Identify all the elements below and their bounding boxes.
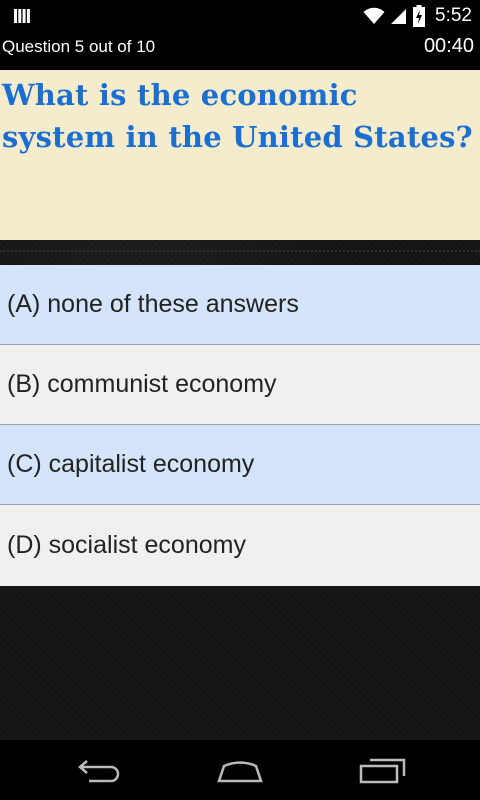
quiz-header: Question 5 out of 10 00:40 bbox=[0, 32, 480, 70]
status-bar: 5:52 bbox=[0, 0, 480, 32]
back-button[interactable] bbox=[75, 754, 125, 786]
answer-option-b[interactable]: (B) communist economy bbox=[0, 345, 480, 425]
recent-apps-button[interactable] bbox=[357, 754, 407, 786]
question-progress: Question 5 out of 10 bbox=[2, 37, 156, 56]
home-icon bbox=[217, 761, 263, 783]
question-text: What is the economic system in the Unite… bbox=[2, 78, 473, 154]
countdown-timer: 00:40 bbox=[423, 35, 474, 57]
back-icon bbox=[78, 760, 120, 783]
stitch-divider bbox=[0, 250, 480, 252]
answer-option-a[interactable]: (A) none of these answers bbox=[0, 265, 480, 345]
home-button[interactable] bbox=[215, 754, 265, 786]
answer-list: (A) none of these answers (B) communist … bbox=[0, 265, 480, 586]
navigation-bar bbox=[0, 740, 480, 800]
answer-option-c[interactable]: (C) capitalist economy bbox=[0, 425, 480, 505]
notification-bars-icon bbox=[14, 9, 30, 23]
wifi-icon bbox=[363, 7, 385, 24]
recent-apps-icon bbox=[359, 758, 406, 784]
status-time: 5:52 bbox=[435, 5, 472, 26]
question-panel: What is the economic system in the Unite… bbox=[0, 70, 480, 240]
answer-option-d[interactable]: (D) socialist economy bbox=[0, 505, 480, 586]
battery-charging-icon bbox=[413, 5, 426, 27]
cell-signal-icon bbox=[391, 9, 407, 24]
